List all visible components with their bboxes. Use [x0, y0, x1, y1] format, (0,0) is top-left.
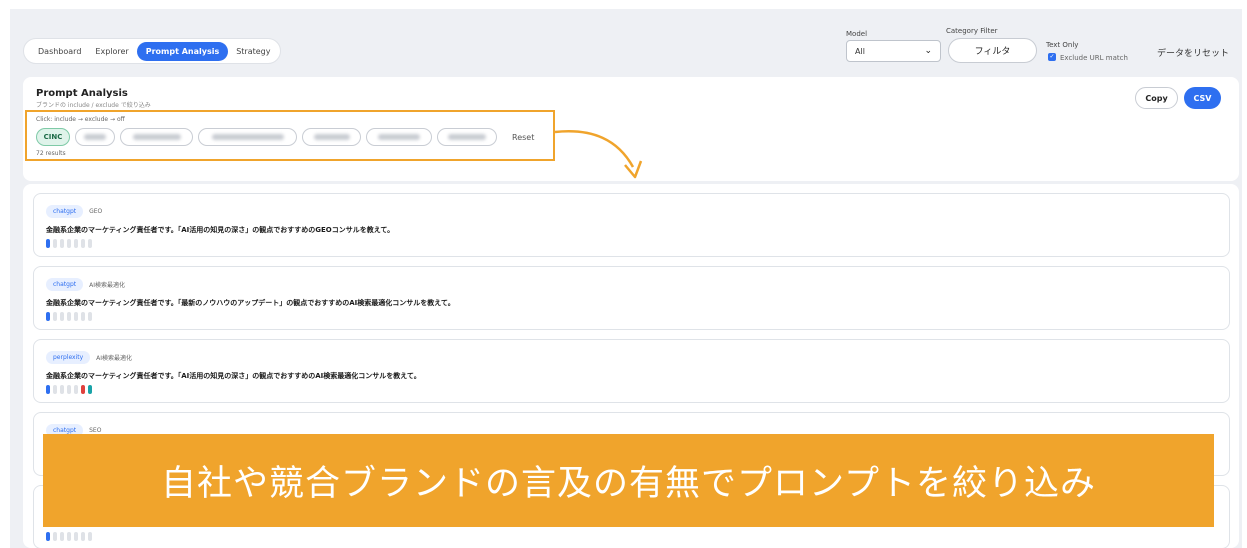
- tab-prompt-analysis[interactable]: Prompt Analysis: [136, 41, 229, 61]
- model-select[interactable]: All ⌄: [846, 40, 941, 62]
- category-text: AI検索最適化: [89, 282, 125, 289]
- panel-subtitle: ブランドの include / exclude で絞り込み: [36, 102, 151, 109]
- arrow-curve: [554, 130, 635, 168]
- mention-bar: [88, 239, 92, 248]
- exclude-url-label: Exclude URL match: [1060, 54, 1128, 62]
- mention-bar: [74, 385, 78, 394]
- main-navigation: Dashboard Explorer Prompt Analysis Strat…: [23, 38, 282, 64]
- csv-button[interactable]: CSV: [1184, 87, 1221, 109]
- model-tag: chatgpt: [46, 278, 84, 291]
- tab-explorer[interactable]: Explorer: [89, 43, 134, 60]
- category-text: AI検索最適化: [96, 355, 133, 362]
- mention-bar: [81, 312, 85, 321]
- prompt-text: 金融系企業のマーケティング責任者です。「最新のノウハウのアップデート」の観点でお…: [46, 299, 455, 307]
- caption-banner: 自社や競合ブランドの言及の有無でプロンプトを絞り込み: [43, 434, 1214, 527]
- mention-bar: [74, 532, 78, 541]
- brand-mention-bars: [46, 385, 92, 394]
- mention-bar: [46, 385, 50, 394]
- mention-bar: [60, 239, 64, 248]
- mention-bar: [53, 239, 57, 248]
- mention-bar: [53, 312, 57, 321]
- mention-bar: [67, 385, 71, 394]
- exclude-url-checkbox[interactable]: ✓: [1048, 53, 1056, 61]
- arrow-head-icon: [624, 160, 643, 179]
- category-filter-label: Category Filter: [946, 27, 998, 35]
- text-only-label: Text Only: [1046, 41, 1079, 49]
- mention-bar: [53, 532, 57, 541]
- category-text: GEO: [89, 208, 103, 215]
- reset-data-button[interactable]: データをリセット: [1157, 46, 1229, 59]
- mention-bar: [81, 385, 85, 394]
- mention-bar: [67, 532, 71, 541]
- model-label: Model: [846, 30, 868, 38]
- brand-mention-bars: [46, 312, 92, 321]
- model-tag: perplexity: [46, 351, 91, 364]
- prompt-text: 金融系企業のマーケティング責任者です。「AI活用の知見の深さ」の観点でおすすめの…: [46, 226, 395, 234]
- mention-bar: [67, 239, 71, 248]
- prompt-text: 金融系企業のマーケティング責任者です。「AI活用の知見の深さ」の観点でおすすめの…: [46, 372, 421, 380]
- panel-title: Prompt Analysis: [36, 88, 128, 99]
- mention-bar: [46, 239, 50, 248]
- mention-bar: [60, 385, 64, 394]
- mention-bar: [74, 312, 78, 321]
- model-select-value: All: [855, 46, 865, 56]
- mention-bar: [46, 312, 50, 321]
- result-card[interactable]: perplexity AI検索最適化 金融系企業のマーケティング責任者です。「A…: [33, 339, 1230, 403]
- arrow-annotation: [554, 130, 643, 179]
- result-card[interactable]: chatgpt GEO 金融系企業のマーケティング責任者です。「AI活用の知見の…: [33, 193, 1230, 257]
- brand-mention-bars: [46, 532, 92, 541]
- mention-bar: [88, 312, 92, 321]
- highlight-box: [25, 110, 555, 161]
- mention-bar: [60, 532, 64, 541]
- category-filter-button[interactable]: フィルタ: [948, 38, 1037, 63]
- mention-bar: [74, 239, 78, 248]
- mention-bar: [60, 312, 64, 321]
- chevron-down-icon: ⌄: [924, 46, 932, 56]
- tab-dashboard[interactable]: Dashboard: [32, 43, 87, 60]
- mention-bar: [88, 385, 92, 394]
- app-root: Dashboard Explorer Prompt Analysis Strat…: [0, 0, 1247, 548]
- mention-bar: [88, 532, 92, 541]
- mention-bar: [67, 312, 71, 321]
- tab-strategy[interactable]: Strategy: [230, 43, 276, 60]
- copy-button[interactable]: Copy: [1135, 87, 1178, 109]
- brand-mention-bars: [46, 239, 92, 248]
- mention-bar: [81, 239, 85, 248]
- model-tag: chatgpt: [46, 205, 84, 218]
- mention-bar: [81, 532, 85, 541]
- category-text: SEO: [89, 427, 102, 434]
- mention-bar: [53, 385, 57, 394]
- result-card[interactable]: chatgpt AI検索最適化 金融系企業のマーケティング責任者です。「最新のノ…: [33, 266, 1230, 330]
- caption-text: 自社や競合ブランドの言及の有無でプロンプトを絞り込み: [161, 464, 1096, 504]
- mention-bar: [46, 532, 50, 541]
